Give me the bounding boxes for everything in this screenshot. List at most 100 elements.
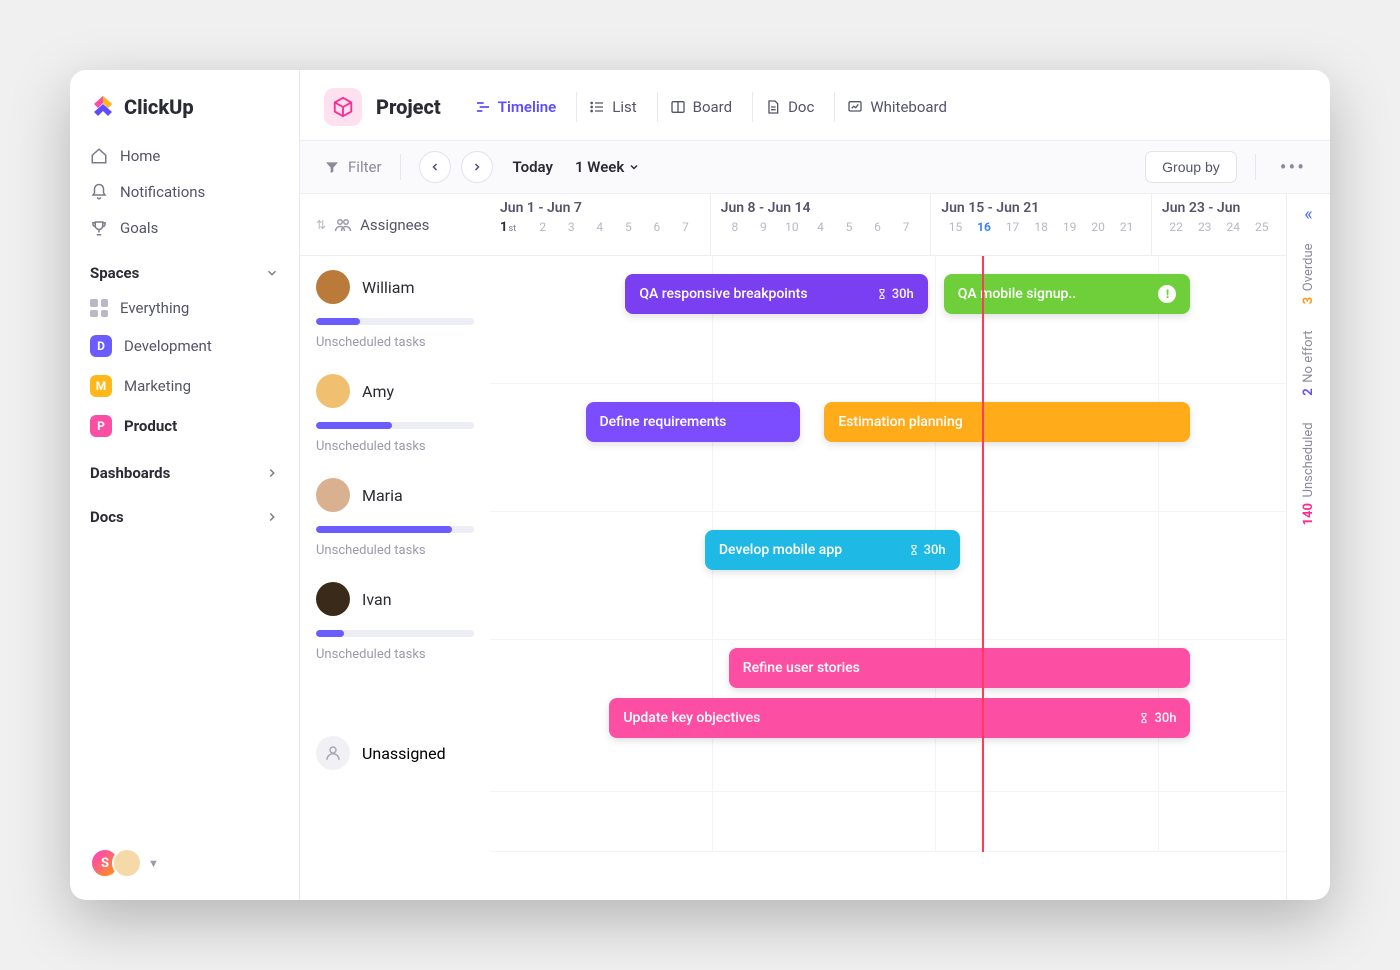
- sort-icon: ⇅: [316, 218, 326, 232]
- nav-notifications[interactable]: Notifications: [70, 174, 299, 210]
- week-col: Jun 23 - Jun 22 23 24 25: [1151, 194, 1286, 255]
- unscheduled-label[interactable]: Unscheduled tasks: [316, 439, 474, 454]
- user-avatars[interactable]: S: [90, 848, 134, 878]
- assignee-name: William: [362, 278, 415, 297]
- task-bar[interactable]: QA responsive breakpoints 30h: [625, 274, 927, 314]
- home-icon: [90, 147, 108, 165]
- list-icon: [589, 99, 605, 115]
- spaces-header[interactable]: Spaces: [70, 246, 299, 290]
- tab-whiteboard[interactable]: Whiteboard: [834, 92, 959, 122]
- week-col: Jun 1 - Jun 7 1st 2 3 4 5 6 7: [490, 194, 710, 255]
- unassigned-icon: [316, 736, 350, 770]
- today-button[interactable]: Today: [513, 158, 553, 176]
- assignee-row[interactable]: Ivan Unscheduled tasks: [300, 568, 490, 720]
- brand-name: ClickUp: [124, 95, 194, 119]
- app-window: ClickUp Home Notifications Goals Spaces …: [70, 70, 1330, 900]
- people-icon: [334, 216, 352, 234]
- status-overdue[interactable]: 3 Overdue: [1301, 243, 1316, 304]
- next-button[interactable]: [461, 151, 493, 183]
- task-bar[interactable]: Update key objectives 30h: [609, 698, 1190, 738]
- sidebar-space-development[interactable]: D Development: [70, 326, 299, 366]
- chevron-right-icon: [265, 466, 279, 480]
- space-badge: D: [90, 335, 112, 357]
- controls-bar: Filter Today 1 Week Group by •••: [300, 141, 1330, 194]
- collapse-rail-icon[interactable]: «: [1304, 204, 1312, 225]
- assignee-row[interactable]: Amy Unscheduled tasks: [300, 360, 490, 464]
- filter-button[interactable]: Filter: [324, 158, 382, 176]
- task-bar[interactable]: Estimation planning: [824, 402, 1190, 442]
- hours-badge: 30h: [908, 543, 946, 558]
- space-badge: M: [90, 375, 112, 397]
- bell-icon: [90, 183, 108, 201]
- whiteboard-icon: [847, 99, 863, 115]
- alert-icon: !: [1158, 285, 1176, 303]
- unscheduled-label[interactable]: Unscheduled tasks: [316, 543, 474, 558]
- sidebar: ClickUp Home Notifications Goals Spaces …: [70, 70, 300, 900]
- clickup-logo-icon: [90, 94, 116, 120]
- avatar: [316, 478, 350, 512]
- sidebar-footer: S ▼: [70, 832, 299, 900]
- status-rail: « 3 Overdue 2 No effort 140 Unscheduled: [1286, 194, 1330, 900]
- chevron-right-icon: [265, 510, 279, 524]
- task-bar[interactable]: Define requirements: [586, 402, 801, 442]
- divider: [400, 154, 401, 180]
- task-bar[interactable]: Develop mobile app 30h: [705, 530, 960, 570]
- group-by-button[interactable]: Group by: [1145, 151, 1237, 183]
- logo[interactable]: ClickUp: [70, 70, 299, 138]
- tab-list[interactable]: List: [576, 92, 648, 122]
- task-bar[interactable]: QA mobile signup.. !: [944, 274, 1191, 314]
- timeline-lane: Define requirements Estimation planning: [490, 384, 1286, 512]
- unassigned-row[interactable]: Unassigned: [300, 720, 490, 786]
- assignee-row[interactable]: Maria Unscheduled tasks: [300, 464, 490, 568]
- status-no-effort[interactable]: 2 No effort: [1301, 330, 1316, 396]
- assignee-row[interactable]: William Unscheduled tasks: [300, 256, 490, 360]
- trophy-icon: [90, 219, 108, 237]
- sidebar-space-marketing[interactable]: M Marketing: [70, 366, 299, 406]
- doc-icon: [765, 99, 781, 115]
- chevron-down-icon: [628, 161, 640, 173]
- tab-board[interactable]: Board: [657, 92, 744, 122]
- today-marker: 16: [970, 220, 999, 234]
- tab-doc[interactable]: Doc: [752, 92, 826, 122]
- docs-header[interactable]: Docs: [70, 490, 299, 534]
- avatar: [316, 582, 350, 616]
- assignee-name: Maria: [362, 486, 403, 505]
- divider: [1255, 154, 1256, 180]
- workload-progress: [316, 318, 474, 325]
- timeline: ⇅ Assignees William Unscheduled tasks: [300, 194, 1330, 900]
- nav-goals[interactable]: Goals: [70, 210, 299, 246]
- timeline-header: Jun 1 - Jun 7 1st 2 3 4 5 6 7 Jun 8 - Ju…: [490, 194, 1286, 256]
- assignee-name: Amy: [362, 382, 394, 401]
- nav-label: Home: [120, 147, 160, 165]
- timeline-body: QA responsive breakpoints 30h QA mobile …: [490, 256, 1286, 852]
- unscheduled-label[interactable]: Unscheduled tasks: [316, 647, 474, 662]
- assignee-name: Ivan: [362, 590, 392, 609]
- timeline-icon: [475, 99, 491, 115]
- status-unscheduled[interactable]: 140 Unscheduled: [1301, 422, 1316, 525]
- timeline-lane: Refine user stories Update key objective…: [490, 640, 1286, 792]
- grouping-header[interactable]: ⇅ Assignees: [300, 194, 490, 256]
- chevron-down-icon[interactable]: ▼: [148, 857, 159, 870]
- range-selector[interactable]: 1 Week: [575, 158, 640, 176]
- timeline-lane-unassigned: [490, 792, 1286, 852]
- timeline-lane: QA responsive breakpoints 30h QA mobile …: [490, 256, 1286, 384]
- project-cube-icon: [324, 88, 362, 126]
- board-icon: [670, 99, 686, 115]
- nav-home[interactable]: Home: [70, 138, 299, 174]
- timeline-left-pane: ⇅ Assignees William Unscheduled tasks: [300, 194, 490, 900]
- nav-label: Notifications: [120, 183, 205, 201]
- avatar: [316, 374, 350, 408]
- task-bar[interactable]: Refine user stories: [729, 648, 1191, 688]
- unscheduled-label[interactable]: Unscheduled tasks: [316, 335, 474, 350]
- prev-button[interactable]: [419, 151, 451, 183]
- more-button[interactable]: •••: [1280, 155, 1306, 179]
- hours-badge: 30h: [1138, 711, 1176, 726]
- sidebar-everything[interactable]: Everything: [70, 290, 299, 326]
- chevron-down-icon: [265, 266, 279, 280]
- avatar-photo: [112, 848, 142, 878]
- dashboards-header[interactable]: Dashboards: [70, 446, 299, 490]
- nav-label: Goals: [120, 219, 158, 237]
- tab-timeline[interactable]: Timeline: [463, 92, 568, 122]
- sidebar-space-product[interactable]: P Product: [70, 406, 299, 446]
- timeline-chart[interactable]: Jun 1 - Jun 7 1st 2 3 4 5 6 7 Jun 8 - Ju…: [490, 194, 1286, 900]
